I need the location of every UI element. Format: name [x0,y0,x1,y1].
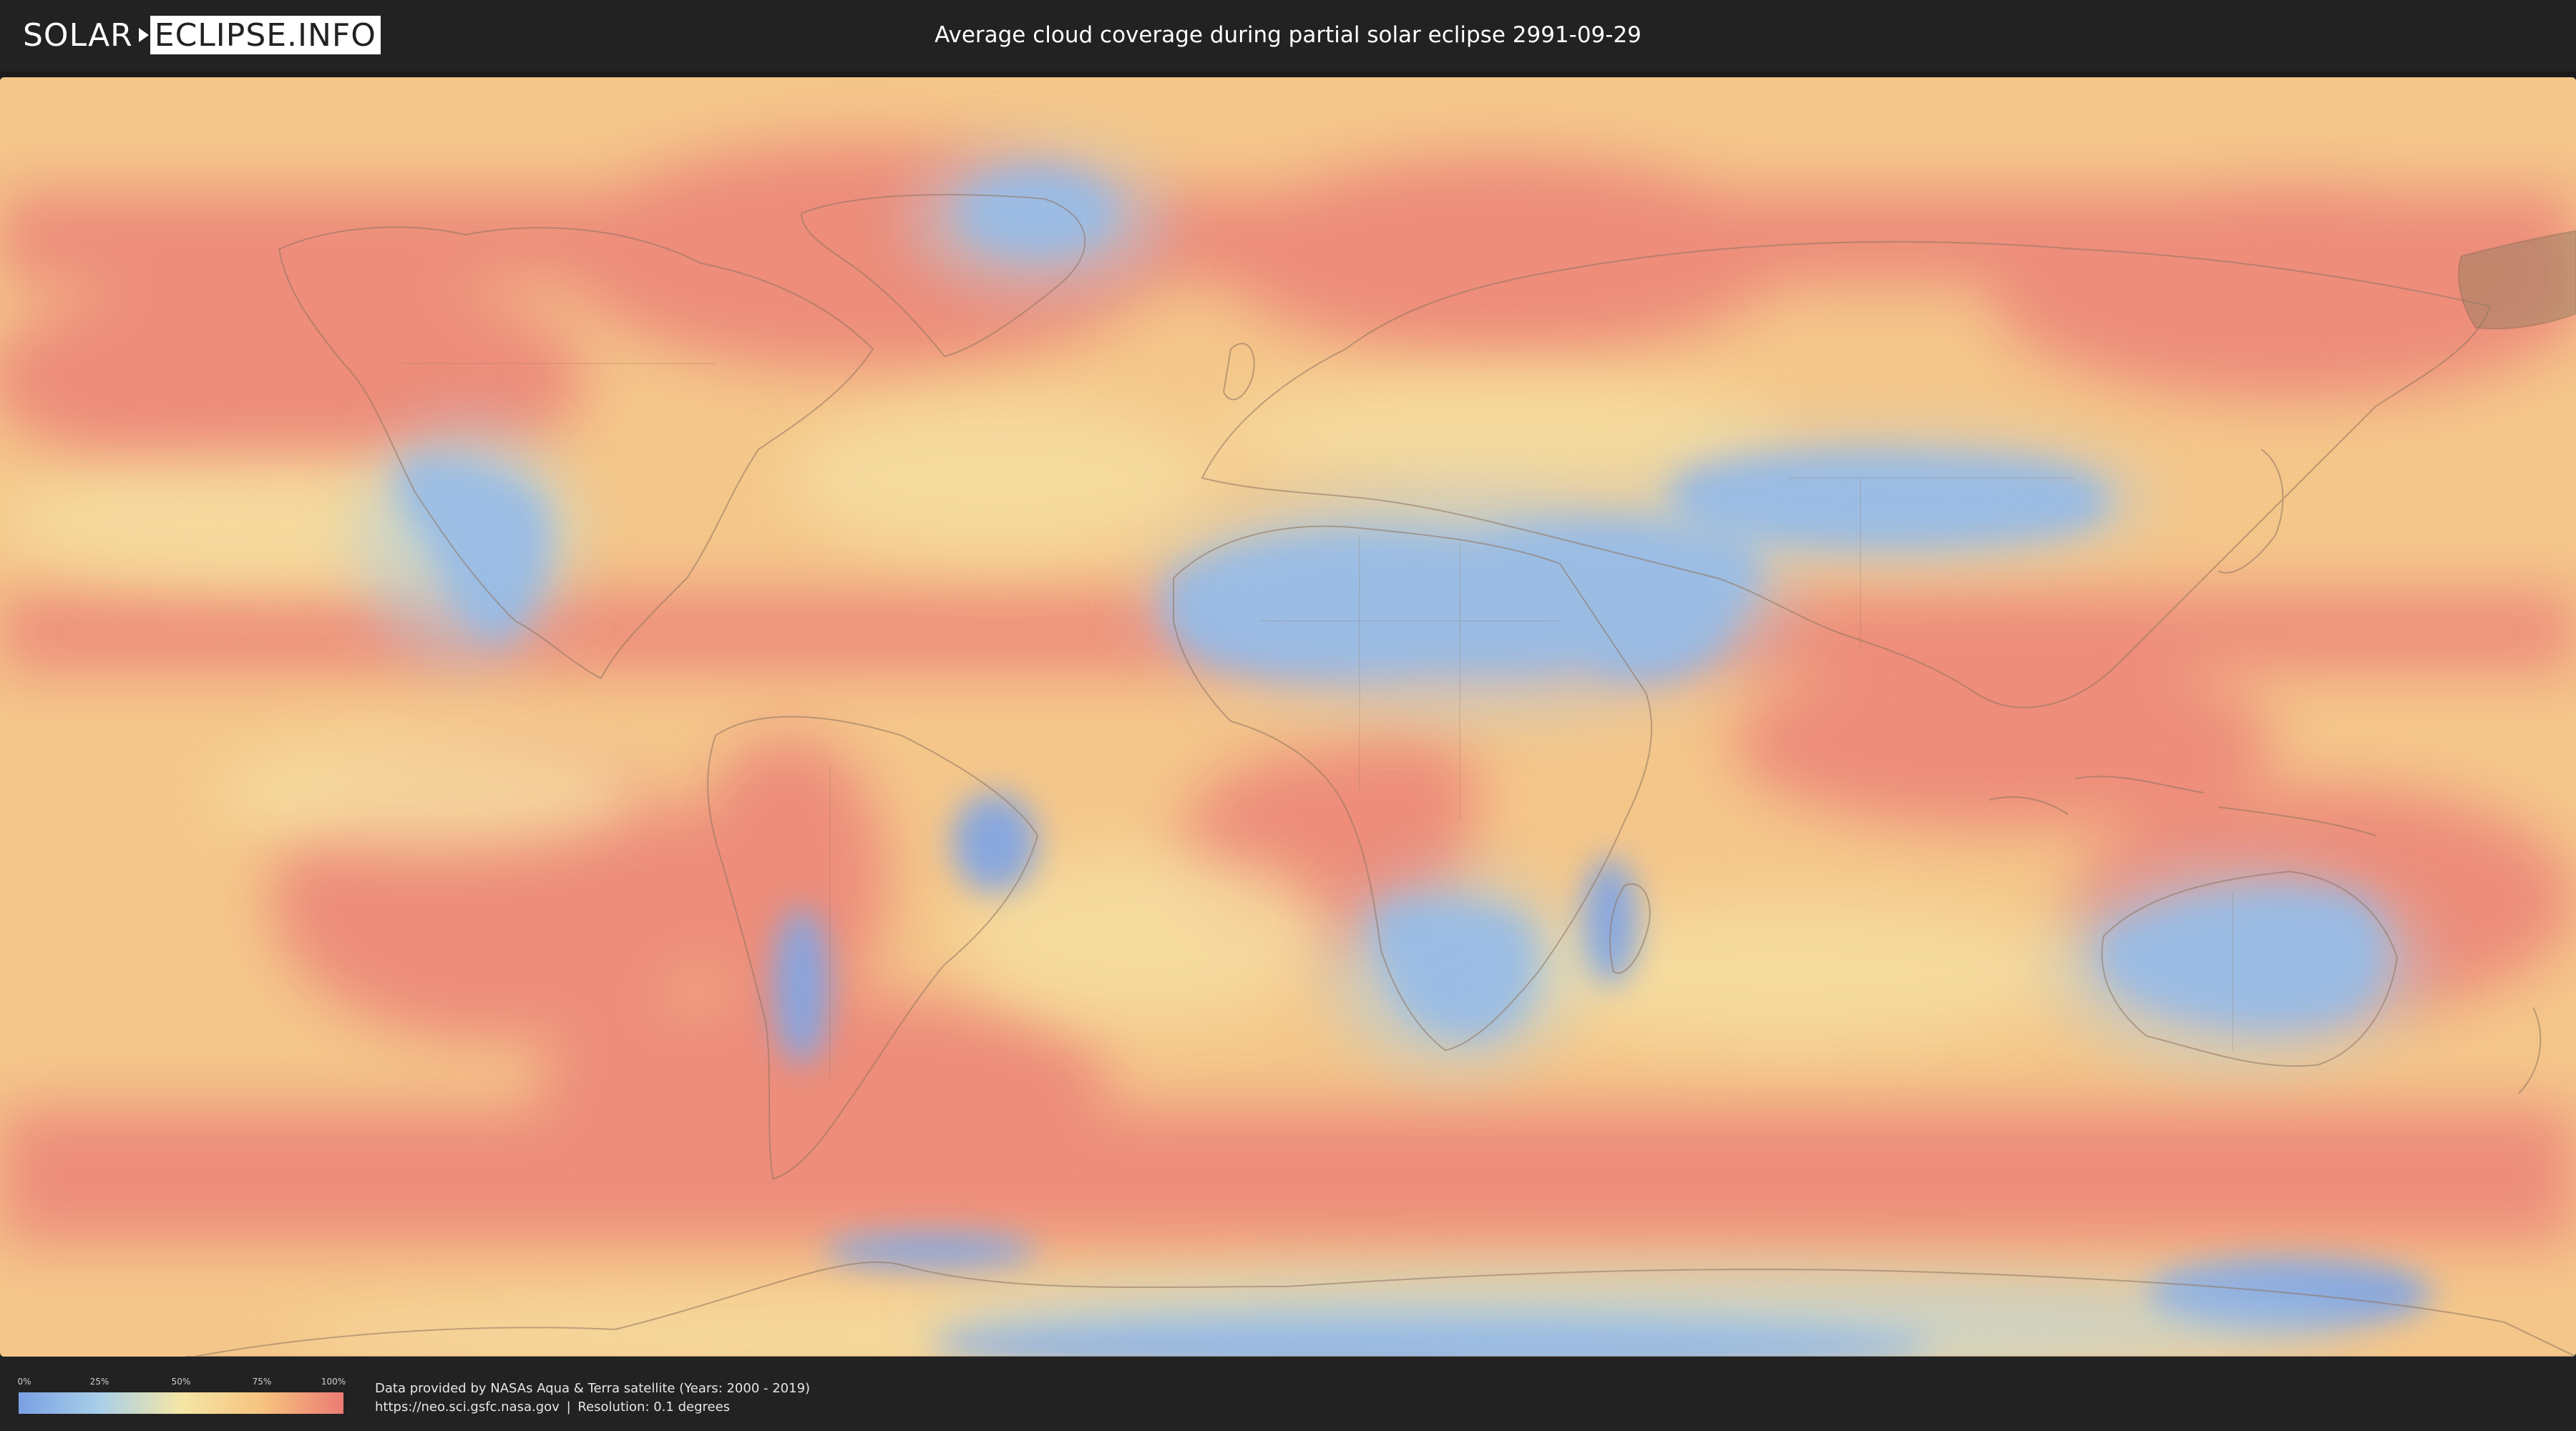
cloud-coverage-legend: 0% 25% 50% 75% 100% [17,1377,346,1417]
legend-tick-25: 25% [89,1377,109,1387]
legend-tick-100: 100% [321,1377,346,1387]
cloud-coverage-map[interactable] [0,77,2576,1357]
legend-tick-0: 0% [17,1377,31,1387]
header-divider [0,72,2576,77]
credits-resolution: Resolution: 0.1 degrees [577,1400,731,1415]
header-bar: SOLAR ECLIPSE.INFO Average cloud coverag… [0,0,2576,72]
footer-bar: 0% 25% 50% 75% 100% Data provided by NAS… [0,1359,2576,1431]
credits-source: Data provided by NASAs Aqua & Terra sate… [375,1381,811,1396]
credits-url-link[interactable]: https://neo.sci.gsfc.nasa.gov [375,1400,560,1415]
legend-tick-75: 75% [252,1377,272,1387]
legend-color-bar [19,1392,343,1414]
credits-separator: | [566,1400,571,1415]
page-title: Average cloud coverage during partial so… [935,22,1641,48]
app-root: SOLAR ECLIPSE.INFO Average cloud coverag… [0,0,2576,1431]
legend-tick-50: 50% [171,1377,191,1387]
map-canvas [0,77,2576,1357]
data-credits: Data provided by NASAs Aqua & Terra sate… [375,1379,810,1417]
credits-details: https://neo.sci.gsfc.nasa.gov | Resoluti… [375,1398,810,1417]
map-haze [0,77,2576,1357]
